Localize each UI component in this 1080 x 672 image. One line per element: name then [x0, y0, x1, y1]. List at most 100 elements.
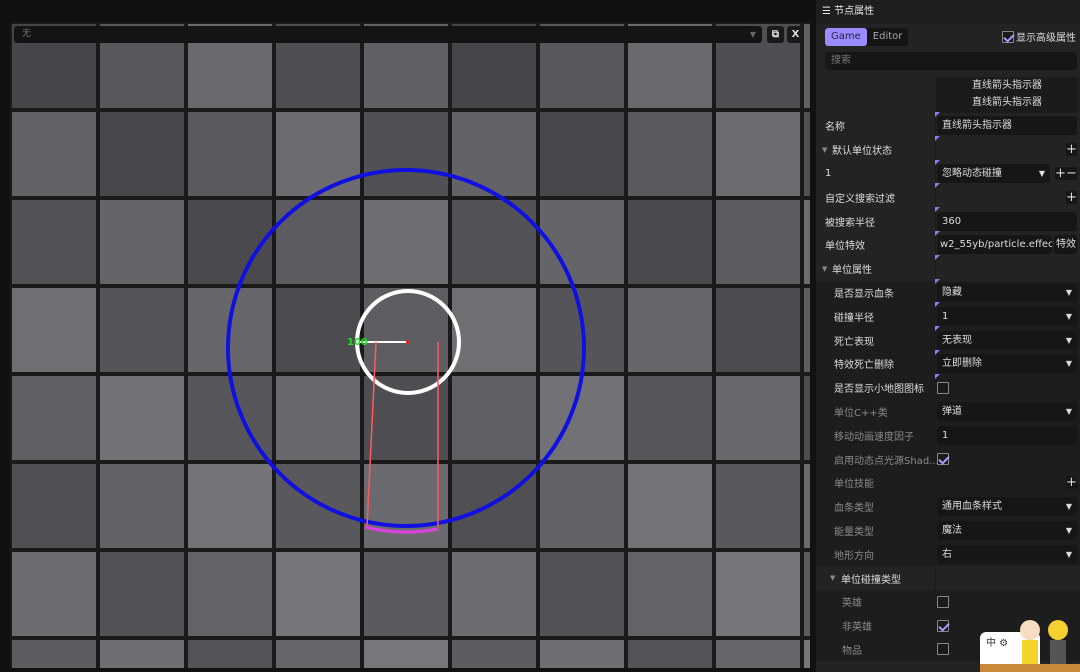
property-input[interactable]: 360: [937, 211, 1077, 231]
property-select[interactable]: 隐藏 ▼: [937, 282, 1077, 302]
property-row: 单位技能 +: [816, 470, 1080, 495]
column-divider: [935, 161, 936, 186]
chevron-down-icon: ▼: [749, 30, 756, 39]
property-label: 单位C++类: [834, 407, 888, 419]
add-button[interactable]: +: [1066, 190, 1077, 204]
property-checkbox[interactable]: [937, 453, 949, 466]
tab-editor[interactable]: Editor: [867, 28, 909, 46]
floor-tile: [452, 112, 536, 196]
section-label: 单位属性: [832, 265, 872, 277]
select-value: 右: [942, 548, 952, 560]
property-checkbox[interactable]: [937, 595, 949, 608]
property-label: 血条类型: [834, 503, 874, 515]
property-label: 被搜索半径: [825, 217, 875, 229]
floor-tile: [628, 464, 712, 548]
effect-path-input[interactable]: w2_55yb/particle.effect: [937, 235, 1052, 255]
column-divider: [935, 494, 936, 519]
floor-tile: [100, 112, 184, 196]
floor-tile: [364, 552, 448, 636]
column-divider: [935, 256, 936, 281]
column-divider: [935, 209, 936, 233]
property-row: 血条类型 通用血条样式 ▼: [816, 494, 1080, 519]
property-row: 是否显示小地图图标: [816, 373, 1080, 400]
property-label: 单位特效: [825, 241, 865, 253]
restore-window-button[interactable]: ⧉: [767, 26, 784, 43]
property-label: 移动动画速度因子: [834, 431, 914, 443]
distance-label: 100: [347, 337, 368, 348]
close-button[interactable]: X: [787, 26, 804, 43]
floor-tile: [540, 640, 624, 668]
floor-tile: [276, 112, 360, 196]
column-divider: [935, 232, 936, 257]
column-divider: [935, 518, 936, 543]
property-select[interactable]: 立即删除 ▼: [937, 354, 1077, 374]
floor-tile: [100, 464, 184, 548]
select-value: 立即删除: [942, 358, 982, 370]
property-select[interactable]: 右 ▼: [937, 544, 1077, 564]
show-advanced-toggle[interactable]: 显示高级属性: [1002, 29, 1076, 44]
property-row: 名称 直线箭头指示器: [816, 112, 1080, 138]
property-label: 死亡表现: [834, 336, 874, 348]
floor-tile: [804, 552, 810, 636]
property-select[interactable]: 1 ▼: [937, 306, 1077, 326]
floor-tile: [716, 200, 800, 284]
preview-line: 直线箭头指示器: [972, 80, 1042, 91]
property-select[interactable]: 弹道 ▼: [937, 401, 1077, 421]
property-checkbox[interactable]: [937, 381, 949, 394]
section-label: 单位碰撞类型: [841, 574, 901, 586]
floor-tile: [12, 464, 96, 548]
property-row: 单位特效 w2_55yb/particle.effect 特效: [816, 230, 1080, 257]
property-select[interactable]: 忽略动态碰撞 ▼: [937, 163, 1050, 183]
add-button[interactable]: +: [1055, 166, 1066, 180]
show-advanced-checkbox[interactable]: [1002, 30, 1014, 43]
column-divider: [935, 375, 936, 400]
floor-tile: [628, 640, 712, 668]
property-row: ▼ 单位属性: [816, 254, 1080, 281]
add-button[interactable]: +: [1066, 476, 1077, 490]
property-select[interactable]: 无表现 ▼: [937, 330, 1077, 350]
search-input[interactable]: 搜索: [825, 52, 1077, 70]
remove-button[interactable]: −: [1066, 166, 1077, 180]
column-divider: [935, 589, 936, 614]
floor-tile: [628, 200, 712, 284]
collapse-triangle-icon[interactable]: ▼: [830, 574, 835, 582]
property-row: 特效死亡删除 立即删除 ▼: [816, 349, 1080, 376]
floor-tile: [188, 552, 272, 636]
effect-button[interactable]: 特效: [1054, 235, 1077, 255]
show-advanced-label: 显示高级属性: [1016, 33, 1076, 44]
tab-game[interactable]: Game: [825, 28, 867, 46]
chevron-down-icon: ▼: [1065, 359, 1072, 369]
floor-tile: [364, 376, 448, 460]
property-input[interactable]: 直线箭头指示器: [937, 116, 1077, 136]
floor-tile: [628, 376, 712, 460]
property-label: 是否显示血条: [834, 288, 894, 300]
add-button[interactable]: +: [1066, 143, 1077, 157]
mode-tabs: Game Editor: [825, 28, 909, 46]
floor-tile: [188, 640, 272, 668]
preview-line: 直线箭头指示器: [972, 97, 1042, 108]
floor-tile: [452, 376, 536, 460]
floor-tile: [540, 112, 624, 196]
floor-tile: [804, 24, 810, 108]
property-checkbox[interactable]: [937, 619, 949, 632]
collapse-triangle-icon[interactable]: ▼: [822, 146, 827, 154]
scene-dropdown[interactable]: 无 ▼: [14, 26, 762, 43]
floor-tile: [276, 288, 360, 372]
property-row: 自定义搜索过滤 +: [816, 183, 1080, 210]
property-checkbox[interactable]: [937, 643, 949, 656]
property-select[interactable]: 魔法 ▼: [937, 520, 1077, 540]
column-divider: [935, 613, 936, 638]
mascot-widget[interactable]: 中 ⚙: [980, 612, 1080, 672]
property-label: 启用动态点光源Shad...: [834, 455, 939, 467]
property-input[interactable]: 1: [937, 425, 1077, 445]
scene-viewport[interactable]: 100: [10, 22, 810, 668]
floor-tile: [12, 376, 96, 460]
property-label: 物品: [842, 645, 862, 657]
property-label: 英雄: [842, 598, 862, 610]
scene-canvas[interactable]: 100: [10, 22, 810, 668]
collapse-triangle-icon[interactable]: ▼: [822, 265, 827, 273]
chevron-down-icon: ▼: [1065, 549, 1072, 559]
panel-title: 节点属性: [834, 6, 875, 17]
property-select[interactable]: 通用血条样式 ▼: [937, 497, 1077, 517]
property-row: 碰撞半径 1 ▼: [816, 302, 1080, 329]
